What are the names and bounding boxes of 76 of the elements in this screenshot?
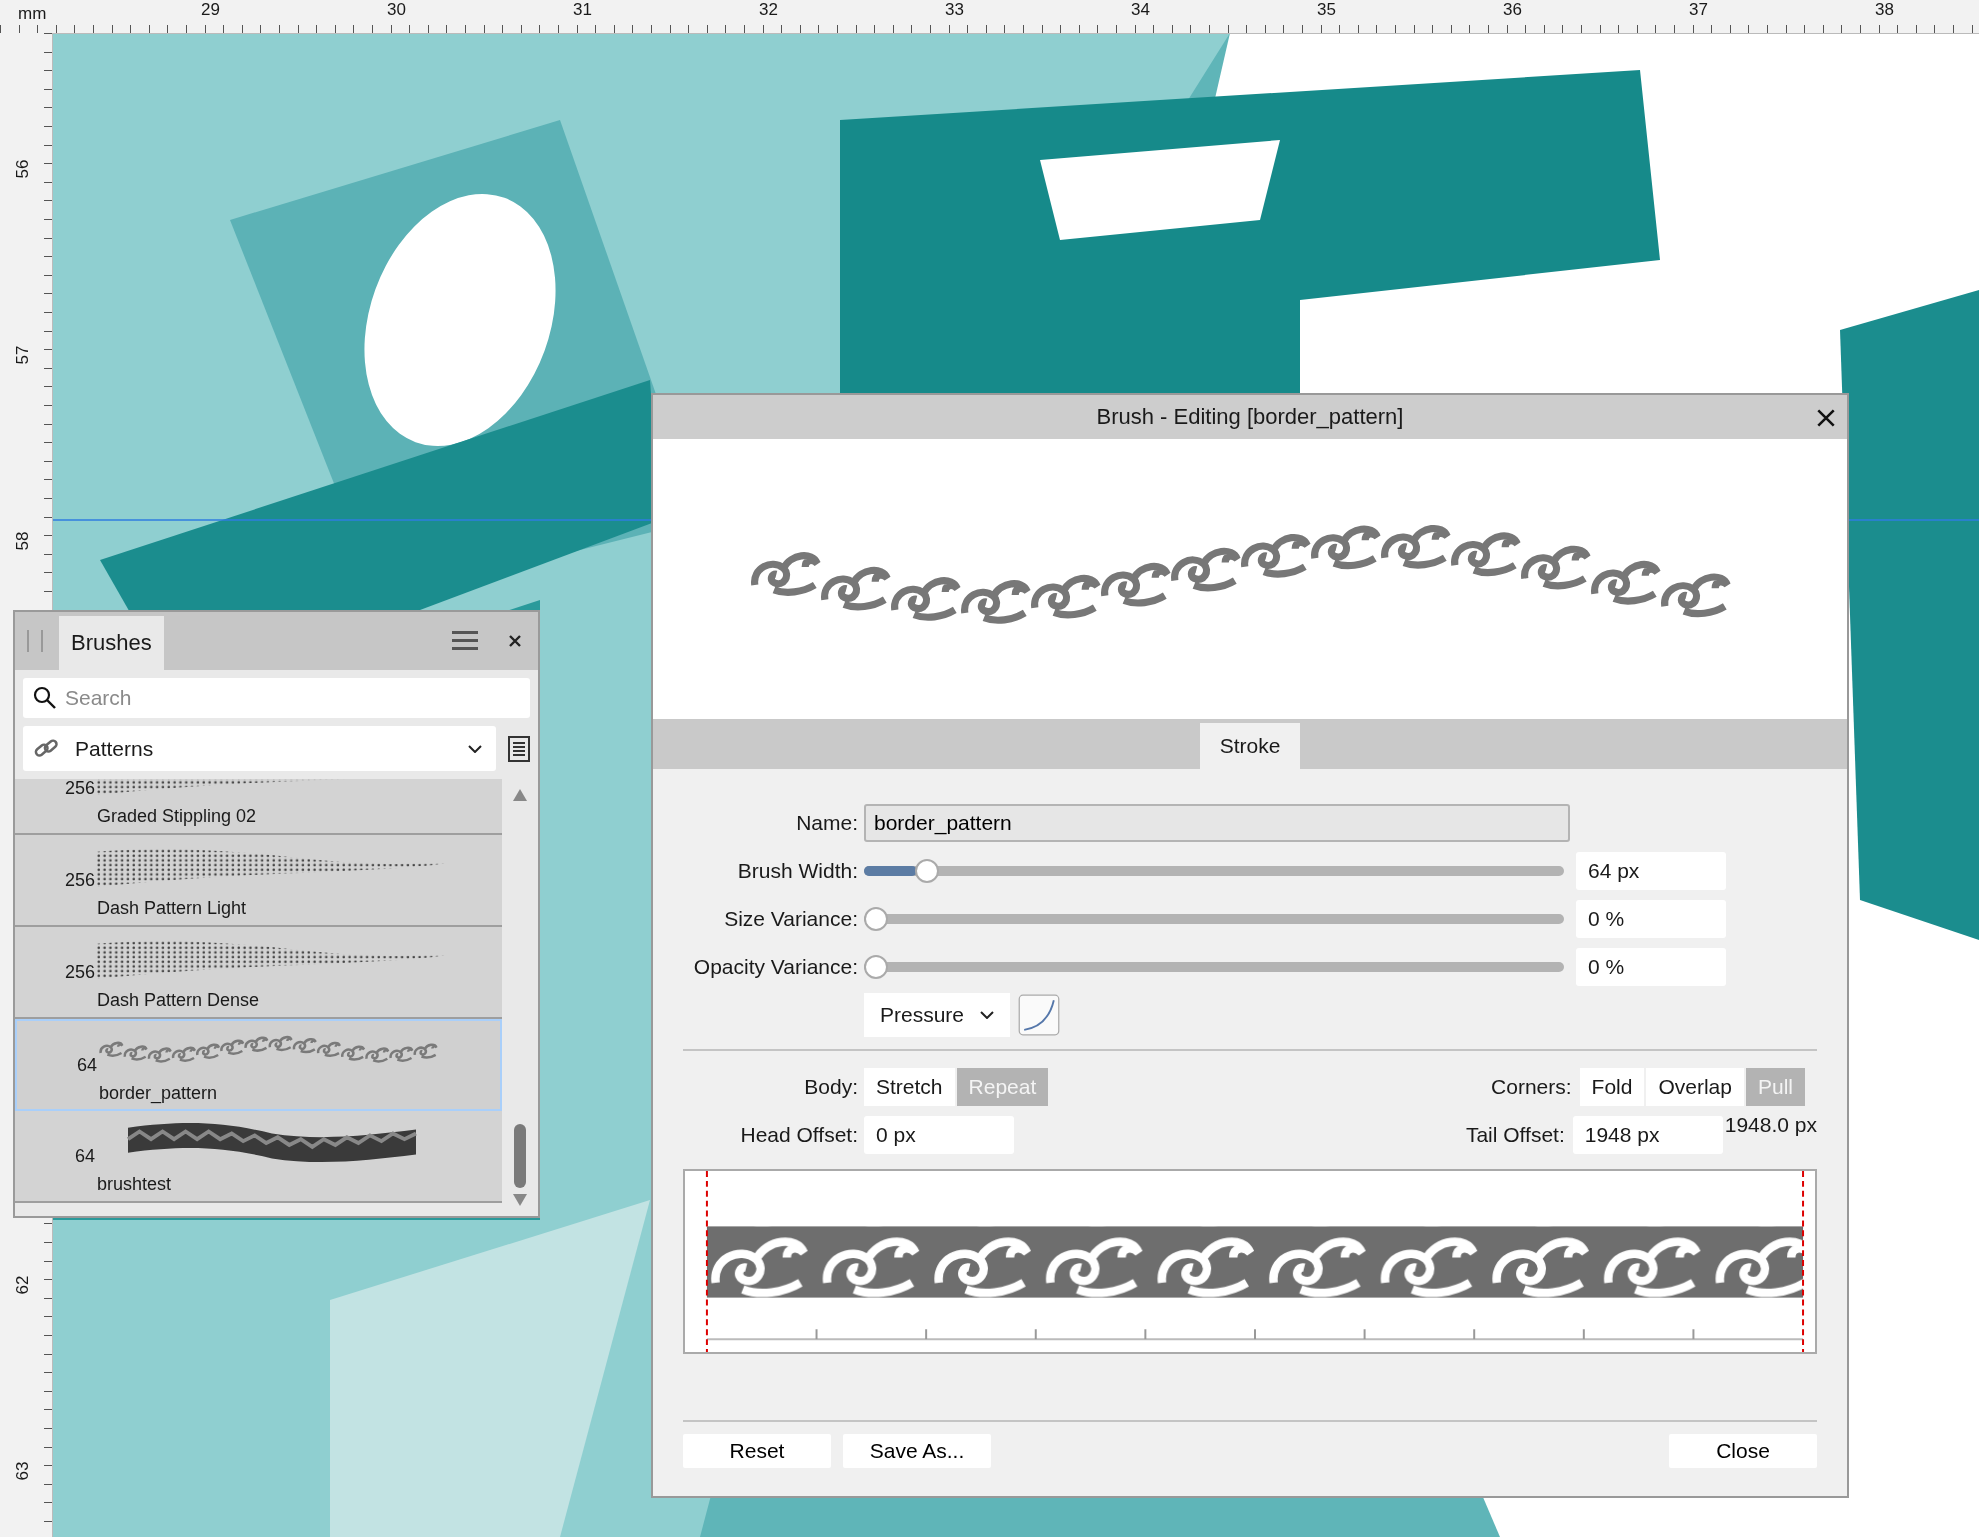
corner-mode-option[interactable]: Fold: [1579, 1068, 1645, 1106]
slider-track[interactable]: [864, 907, 1564, 931]
brush-list-item[interactable]: 256 Dash Pattern Light: [15, 835, 502, 927]
ruler-label: 37: [1689, 0, 1708, 20]
ruler-label: 31: [573, 0, 592, 20]
ruler-label: 56: [13, 159, 34, 179]
slider-thumb[interactable]: [914, 859, 939, 883]
slider-track[interactable]: [864, 859, 1564, 883]
brush-size: 256: [63, 870, 95, 891]
search-field[interactable]: Search: [23, 678, 530, 718]
pressure-curve-button[interactable]: [1018, 994, 1061, 1036]
ruler-label: 33: [945, 0, 964, 20]
ruler-unit: mm: [18, 4, 47, 24]
field-label: Body:: [803, 1075, 858, 1099]
value-field[interactable]: 0 %: [1576, 948, 1726, 986]
ruler-label: 34: [1131, 0, 1150, 20]
brush-list-item[interactable]: 64 border_pattern: [15, 1019, 502, 1111]
ruler-label: 62: [13, 1275, 34, 1295]
tail-offset-reading: 1948.0 px: [1724, 1113, 1817, 1137]
field-label: Corners:: [1491, 1075, 1572, 1099]
brush-size: 256: [63, 779, 95, 799]
name-field[interactable]: border_pattern: [864, 804, 1570, 842]
slider-label: Opacity Variance:: [692, 955, 858, 979]
slider-label: Brush Width:: [736, 859, 858, 883]
field-label: Tail Offset:: [1465, 1123, 1565, 1147]
scroll-down-icon[interactable]: [513, 1194, 527, 1206]
brush-name: Dash Pattern Dense: [97, 990, 260, 1011]
brush-name: brushtest: [97, 1174, 172, 1195]
brush-size: 64: [75, 1055, 97, 1076]
brush-size: 256: [63, 962, 95, 983]
list-view-icon[interactable]: [508, 735, 530, 762]
search-icon: [33, 686, 57, 710]
menu-icon[interactable]: [452, 630, 478, 652]
chevron-down-icon: [468, 744, 482, 753]
ruler-label: 35: [1317, 0, 1336, 20]
ruler-label: 38: [1875, 0, 1894, 20]
dialog-button[interactable]: Close: [1669, 1434, 1817, 1468]
brush-list-item[interactable]: 256 Dash Pattern Dense: [15, 927, 502, 1019]
ruler-label: 36: [1503, 0, 1522, 20]
brush-name: Graded Stippling 02: [97, 806, 257, 827]
dialog-button[interactable]: Reset: [683, 1434, 831, 1468]
scroll-up-icon[interactable]: [513, 789, 527, 801]
field-label: Name:: [795, 811, 858, 835]
scrollbar-thumb[interactable]: [514, 1124, 526, 1188]
ruler-label: 32: [759, 0, 778, 20]
brush-list-item[interactable]: 64 brushtest: [15, 1111, 502, 1203]
category-dropdown[interactable]: Patterns: [23, 726, 496, 771]
chevron-down-icon: [980, 1011, 995, 1019]
slider-thumb[interactable]: [864, 955, 888, 979]
ruler-label: 58: [13, 531, 34, 551]
ruler-label: 57: [13, 345, 34, 365]
controller-dropdown[interactable]: Pressure: [864, 993, 1011, 1037]
close-icon[interactable]: [508, 634, 522, 648]
value-field[interactable]: 64 px: [1576, 852, 1726, 890]
body-mode-option[interactable]: Stretch: [864, 1068, 955, 1106]
ruler-label: 30: [387, 0, 406, 20]
corner-mode-option[interactable]: Overlap: [1646, 1068, 1744, 1106]
panel-tab[interactable]: Brushes: [59, 616, 164, 670]
brush-size: 64: [73, 1146, 95, 1167]
slider-label: Size Variance:: [723, 907, 858, 931]
dialog-title: Brush - Editing [border_pattern]: [1096, 404, 1404, 430]
field-label: Head Offset:: [739, 1123, 858, 1147]
ruler-label: 29: [201, 0, 220, 20]
value-field[interactable]: 0 %: [1576, 900, 1726, 938]
dialog-button[interactable]: Save As...: [843, 1434, 991, 1468]
drag-handle-icon[interactable]: [27, 630, 43, 652]
stroke-tab[interactable]: Stroke: [1199, 723, 1301, 769]
tail-offset-field[interactable]: 1948 px: [1572, 1116, 1723, 1154]
brush-name: border_pattern: [99, 1083, 218, 1104]
brush-name: Dash Pattern Light: [97, 898, 247, 919]
slider-thumb[interactable]: [864, 907, 888, 931]
slider-track[interactable]: [864, 955, 1564, 979]
ruler-label: 63: [13, 1461, 34, 1481]
brush-list-item[interactable]: 256 Graded Stippling 02: [15, 779, 502, 835]
close-icon[interactable]: [1817, 409, 1835, 427]
head-offset-field[interactable]: 0 px: [864, 1116, 1014, 1154]
